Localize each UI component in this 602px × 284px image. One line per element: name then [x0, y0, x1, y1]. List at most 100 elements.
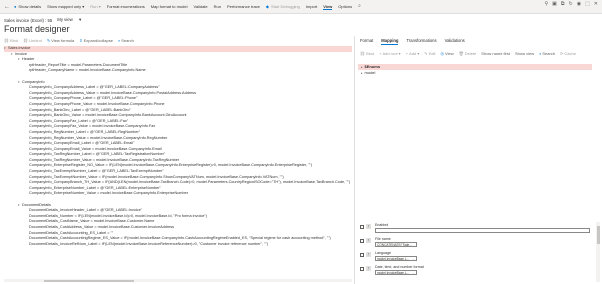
property-value-field[interactable]: model.InvoiceBase.L...… — [375, 256, 417, 261]
expand-toggle-icon[interactable]: ▸ — [361, 71, 363, 75]
formula-icon[interactable]: ƒ — [366, 266, 371, 271]
expand-collapse-button[interactable]: ⇕Expand/collapse — [79, 38, 113, 43]
tree-row-label: CompanyInfo_RegNumber_Value = model.Invo… — [29, 135, 168, 140]
unbind-button[interactable]: ⛓Unbind — [23, 38, 42, 43]
property-value-field[interactable]: model.InvoiceBase.L...… — [375, 270, 417, 275]
formula-icon[interactable]: ƒ — [366, 224, 371, 229]
tab-transformations[interactable]: Transformations — [406, 38, 436, 45]
ellipsis-icon[interactable]: … — [412, 257, 416, 260]
horizontal-scrollbar[interactable] — [4, 279, 352, 282]
tree-row-label: Sales invoice — [8, 46, 31, 50]
property-value-field[interactable] — [375, 228, 590, 233]
eye-icon: ● — [14, 4, 17, 9]
link-icon[interactable]: ⚲ — [545, 2, 549, 7]
attach-icon[interactable]: ⧉ — [561, 2, 565, 7]
tree-row-label: DocumentDetails_InvoiceRefNum_Label = IF… — [29, 241, 269, 246]
search-button[interactable]: ⌕Search — [539, 51, 555, 56]
tree-row[interactable]: DocumentDetails_InvoiceRefNum_Label = IF… — [4, 242, 352, 248]
view-button[interactable]: ◎View — [441, 51, 454, 56]
vertical-scrollbar[interactable] — [596, 222, 600, 282]
breadcrumb: Sales invoice (Excel) : 55 My view ▾ — [4, 17, 91, 23]
view-formula-button[interactable]: ✎View formula — [47, 38, 74, 43]
refresh-icon[interactable]: ↻ — [568, 2, 572, 7]
tree-row-label: CompanyInfo_TaxExemptNumber_Label = @"GE… — [29, 169, 164, 174]
delete-button[interactable]: 🗑Delete — [459, 51, 477, 56]
expand-toggle-icon[interactable]: ▸ — [361, 65, 363, 69]
property-row: ƒ Enabled — [360, 223, 592, 237]
format-name: Sales invoice (Excel) : 55 — [4, 17, 53, 23]
show-name-first-button[interactable]: Show name first — [481, 51, 510, 56]
tree-row-label: CompanyInfo_CompanyAddress_Value = model… — [29, 90, 196, 95]
datasource-row[interactable]: ▸ model — [358, 70, 592, 76]
tree-row-label: CompanyInfo_RegNumber_Label = @"GER_LABE… — [29, 129, 141, 134]
performance-trace-button[interactable]: Performance trace — [227, 4, 260, 9]
tree-row-label: CompanyInfo_EnterpriseNumber_Label = @"G… — [29, 185, 161, 190]
options-tab[interactable]: Options — [338, 4, 352, 9]
run-dropdown[interactable]: Run ▾ — [90, 4, 100, 9]
notification-icon[interactable]: ◉ — [577, 2, 581, 7]
view-icon: ◎ — [440, 51, 445, 56]
chevron-down-icon: ▾ — [82, 4, 85, 9]
scrollbar-thumb[interactable] — [596, 226, 600, 244]
run-button[interactable]: Run — [214, 4, 221, 9]
format-toolbar: ⛓Bind ⛓Unbind ✎View formula ⇕Expand/coll… — [4, 38, 139, 43]
property-row: ƒ File name CONCATENATE("Sale...… — [360, 237, 592, 251]
datasource-label: model — [364, 70, 376, 75]
add-button[interactable]: +Add ▾ — [406, 51, 420, 56]
scrollbar-thumb[interactable] — [44, 279, 134, 282]
show-mapped-only-button[interactable]: Show mapped only ▾ — [47, 4, 84, 9]
show-view-button[interactable]: Show view — [515, 51, 534, 56]
back-arrow-icon[interactable]: ← — [4, 4, 10, 10]
datasource-label: $Enums — [364, 64, 381, 69]
validate-button[interactable]: Validate — [193, 4, 207, 9]
tree-row-label: CompanyInfo_CompanyEmail_Value = model.I… — [29, 146, 162, 151]
tree-row-label: CompanyInfo_CompanyAddress_Label = @"GER… — [29, 85, 160, 90]
ellipsis-icon[interactable]: … — [412, 243, 416, 246]
show-details-button[interactable]: ● Show details — [14, 4, 41, 9]
tree-row-label: CompanyInfo_CompanyFax_Label = @"GER_LAB… — [29, 118, 129, 123]
delete-icon: 🗑 — [458, 51, 464, 56]
bind-button[interactable]: ⛓Bind — [4, 38, 18, 43]
start-debugging-button[interactable]: ◆ Start Debugging — [266, 4, 300, 9]
tree-row-label: CompanyInfo_EnterpriseNumber_Value = mod… — [29, 191, 188, 196]
close-icon[interactable]: ✕ — [594, 2, 598, 7]
edit-icon: ✎ — [424, 51, 428, 56]
tree-row-label: Header — [22, 57, 35, 62]
tree-row-label: CompanyInfo_CompanyFax_Value = model.Inv… — [29, 124, 156, 129]
property-checkbox[interactable] — [360, 239, 364, 243]
property-row: ƒ Language model.InvoiceBase.L...… — [360, 251, 592, 265]
tree-row-label: CompanyInfo_CompanyEmail_Label = @"GER_L… — [29, 141, 135, 146]
tab-validations[interactable]: Validations — [445, 38, 465, 45]
add-root-button[interactable]: +Add root ▾ — [379, 51, 401, 56]
chevron-down-icon: ▾ — [98, 4, 101, 9]
tab-format[interactable]: Format — [360, 38, 373, 45]
tree-row-label: rptHeader_CompanyName = model.InvoiceBas… — [29, 68, 146, 73]
view-tab[interactable]: View — [323, 4, 333, 10]
search-button[interactable]: ⌕Search — [118, 38, 134, 43]
property-value-field[interactable]: CONCATENATE("Sale...… — [375, 242, 417, 247]
formula-icon[interactable]: ƒ — [366, 238, 371, 243]
property-checkbox[interactable] — [360, 225, 364, 229]
open-new-window-icon[interactable]: ⬚ — [585, 2, 590, 7]
map-format-to-model-button[interactable]: Map format to model — [151, 4, 188, 9]
cache-button[interactable]: ⟳Cache — [560, 51, 576, 56]
ellipsis-icon[interactable]: … — [412, 271, 416, 274]
tab-mapping[interactable]: Mapping — [381, 38, 399, 45]
search-icon[interactable]: ⌕ — [358, 4, 361, 9]
tree-row-label: CompanyInfo_BankGiro_Label = @"GER_LABEL… — [29, 107, 131, 112]
property-checkbox[interactable] — [360, 253, 364, 257]
view-selector[interactable]: My view ▾ — [57, 17, 86, 23]
office-icon[interactable]: ▣ — [552, 2, 557, 7]
tree-row-label: CompanyInfo_EnterpriseRegister_NO_Value … — [29, 163, 313, 168]
formula-icon[interactable]: ƒ — [366, 252, 371, 257]
format-enumerations-button[interactable]: Format enumerations — [107, 4, 145, 9]
property-checkbox[interactable] — [360, 267, 364, 271]
bind-button[interactable]: ⛓Bind — [360, 51, 374, 56]
unlink-icon: ⛓ — [23, 38, 29, 43]
property-label: Date, time, and number format — [375, 265, 424, 269]
import-tab[interactable]: Import — [306, 4, 317, 9]
search-icon: ⌕ — [117, 38, 121, 43]
link-icon: ⛓ — [360, 51, 366, 56]
edit-button[interactable]: ✎Edit — [424, 51, 435, 56]
pane-divider[interactable] — [354, 36, 355, 284]
